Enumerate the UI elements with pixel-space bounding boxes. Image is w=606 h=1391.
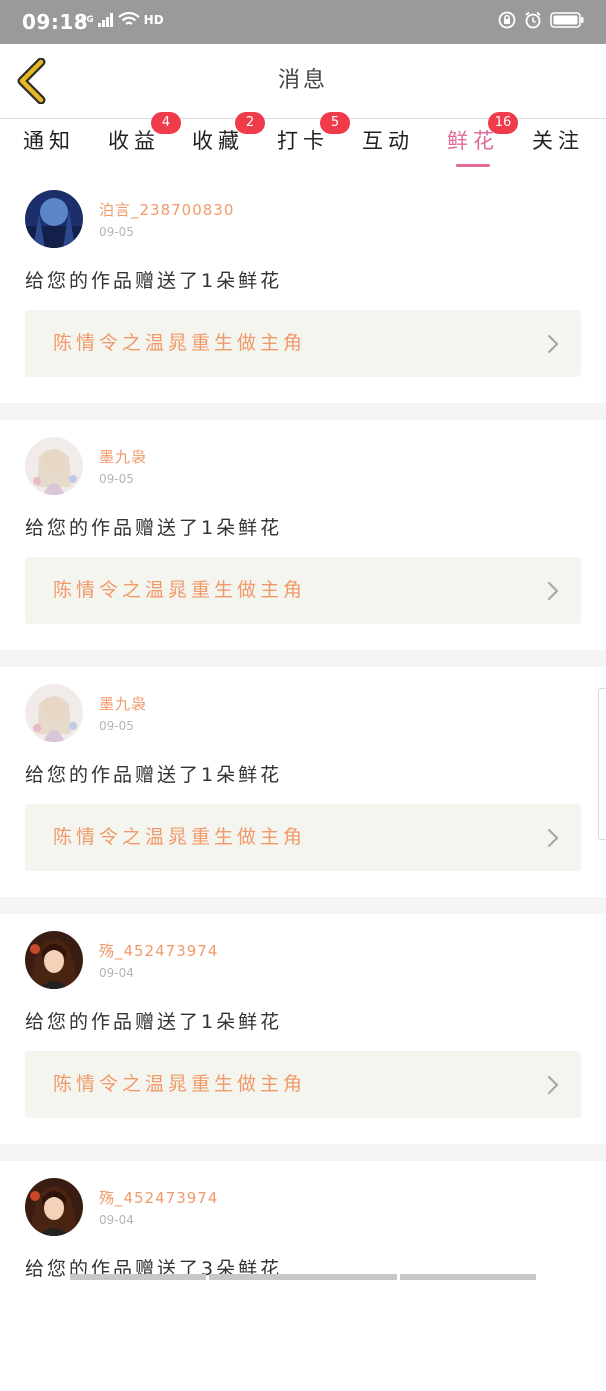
divider <box>0 403 606 420</box>
message-date: 09-05 <box>99 472 134 486</box>
work-title: 陈情令之温晁重生做主角 <box>53 1073 307 1095</box>
message-text: 给您的作品赠送了1朵鲜花 <box>25 764 283 786</box>
avatar[interactable] <box>25 684 83 742</box>
tab-badge: 5 <box>320 112 350 134</box>
tab-notice[interactable]: 通知 <box>14 119 84 173</box>
tab-label: 鲜花 <box>447 129 499 153</box>
tab-favorites[interactable]: 收藏 2 <box>183 112 265 173</box>
tab-label: 收藏 <box>192 129 244 153</box>
battery-icon <box>550 12 584 28</box>
divider <box>0 897 606 914</box>
chevron-right-icon <box>547 1075 559 1095</box>
header: 消息 <box>0 44 606 119</box>
message-tabs: 通知 收益 4 收藏 2 打卡 5 互动 鲜花 16 关注 <box>0 112 606 173</box>
message-item: 墨九袅 09-05 给您的作品赠送了1朵鲜花 陈情令之温晁重生做主角 <box>0 420 606 650</box>
divider <box>0 1144 606 1161</box>
wifi-hd-label: HD <box>143 13 164 27</box>
avatar[interactable] <box>25 1178 83 1236</box>
message-item: 殇_452473974 09-04 给您的作品赠送了1朵鲜花 陈情令之温晁重生做… <box>0 914 606 1144</box>
username[interactable]: 墨九袅 <box>99 693 147 714</box>
chevron-right-icon <box>547 828 559 848</box>
tab-following[interactable]: 关注 <box>523 119 593 173</box>
work-link[interactable]: 陈情令之温晁重生做主角 <box>25 1051 581 1118</box>
chevron-right-icon <box>547 581 559 601</box>
status-right-icons <box>498 11 584 29</box>
message-item: 墨九袅 09-05 给您的作品赠送了1朵鲜花 陈情令之温晁重生做主角 <box>0 667 606 897</box>
wifi-icon <box>117 12 140 25</box>
work-title: 陈情令之温晁重生做主角 <box>53 579 307 601</box>
avatar[interactable] <box>25 437 83 495</box>
active-tab-indicator <box>456 164 490 167</box>
message-text: 给您的作品赠送了1朵鲜花 <box>25 270 283 292</box>
message-text: 给您的作品赠送了1朵鲜花 <box>25 1011 283 1033</box>
rotation-lock-icon <box>498 11 516 29</box>
tab-label: 互动 <box>362 129 414 153</box>
page-title: 消息 <box>277 68 328 93</box>
username[interactable]: 殇_452473974 <box>99 1187 218 1208</box>
tab-flowers[interactable]: 鲜花 16 <box>438 112 518 173</box>
signal-icon <box>97 13 113 27</box>
username[interactable]: 墨九袅 <box>99 446 147 467</box>
work-title: 陈情令之温晁重生做主角 <box>53 826 307 848</box>
work-title: 陈情令之温晁重生做主角 <box>53 332 307 354</box>
message-item: 泊言_238700830 09-05 给您的作品赠送了1朵鲜花 陈情令之温晁重生… <box>0 173 606 403</box>
tab-label: 通知 <box>23 129 75 153</box>
chevron-right-icon <box>547 334 559 354</box>
avatar[interactable] <box>25 190 83 248</box>
alarm-icon <box>525 11 541 29</box>
status-bar: 09:18 4G HD <box>0 0 606 44</box>
work-link[interactable]: 陈情令之温晁重生做主角 <box>25 804 581 871</box>
status-time: 09:18 <box>22 10 89 34</box>
username[interactable]: 殇_452473974 <box>99 940 218 961</box>
bottom-indicator <box>70 1274 536 1280</box>
divider <box>0 650 606 667</box>
username[interactable]: 泊言_238700830 <box>99 199 234 220</box>
tab-interaction[interactable]: 互动 <box>353 119 423 173</box>
tab-badge: 4 <box>151 112 181 134</box>
work-link[interactable]: 陈情令之温晁重生做主角 <box>25 557 581 624</box>
message-text: 给您的作品赠送了1朵鲜花 <box>25 517 283 539</box>
message-date: 09-05 <box>99 719 134 733</box>
message-list: 泊言_238700830 09-05 给您的作品赠送了1朵鲜花 陈情令之温晁重生… <box>0 173 606 1391</box>
work-link[interactable]: 陈情令之温晁重生做主角 <box>25 310 581 377</box>
tab-badge: 2 <box>235 112 265 134</box>
status-left-icons: 4G HD <box>80 12 164 28</box>
scrollbar[interactable] <box>598 688 605 840</box>
tab-label: 收益 <box>108 129 160 153</box>
network-label: 4G <box>80 15 94 25</box>
tab-label: 关注 <box>532 129 584 153</box>
tab-earnings[interactable]: 收益 4 <box>99 112 181 173</box>
message-date: 09-04 <box>99 966 134 980</box>
message-date: 09-05 <box>99 225 134 239</box>
tab-checkin[interactable]: 打卡 5 <box>268 112 350 173</box>
avatar[interactable] <box>25 931 83 989</box>
message-date: 09-04 <box>99 1213 134 1227</box>
tab-label: 打卡 <box>277 129 329 153</box>
tab-badge: 16 <box>488 112 518 134</box>
